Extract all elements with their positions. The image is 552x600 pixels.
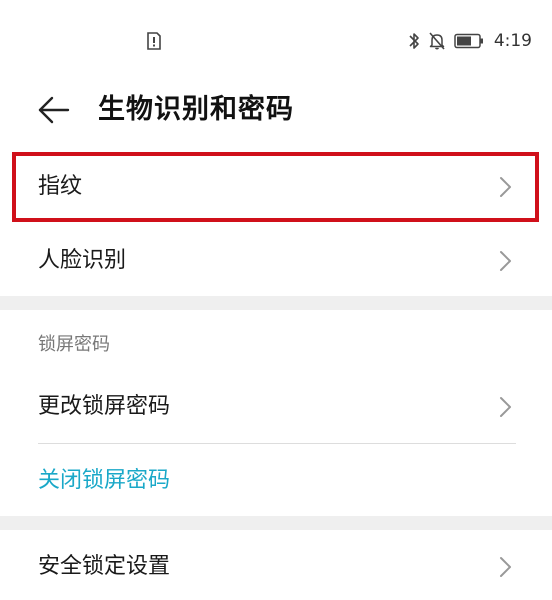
status-bar: 4:19 (0, 0, 552, 80)
chevron-right-icon (500, 557, 511, 577)
face-recognition-item[interactable]: 人脸识别 (0, 226, 552, 296)
back-arrow-icon[interactable] (36, 92, 72, 128)
chevron-right-icon (500, 397, 511, 417)
alert-icon (147, 32, 161, 50)
lock-section-header: 锁屏密码 (38, 334, 110, 355)
header: 生物识别和密码 (0, 80, 552, 140)
status-icons: 4:19 (408, 30, 532, 52)
section-divider (0, 296, 552, 310)
bell-muted-icon (429, 32, 445, 50)
change-lock-password-label: 更改锁屏密码 (38, 394, 171, 419)
face-recognition-label: 人脸识别 (38, 248, 127, 273)
chevron-right-icon (500, 251, 511, 271)
highlight-box (12, 152, 539, 222)
security-lock-settings-label: 安全锁定设置 (38, 554, 171, 579)
section-divider (0, 516, 552, 530)
battery-icon (454, 33, 483, 49)
disable-lock-password-item[interactable]: 关闭锁屏密码 (0, 446, 552, 516)
page-title: 生物识别和密码 (98, 94, 294, 125)
status-time: 4:19 (493, 31, 532, 51)
disable-lock-password-label: 关闭锁屏密码 (38, 468, 171, 493)
bluetooth-icon (409, 33, 419, 49)
change-lock-password-item[interactable]: 更改锁屏密码 (0, 372, 552, 442)
row-divider (38, 443, 516, 444)
security-lock-settings-item[interactable]: 安全锁定设置 (0, 532, 552, 600)
